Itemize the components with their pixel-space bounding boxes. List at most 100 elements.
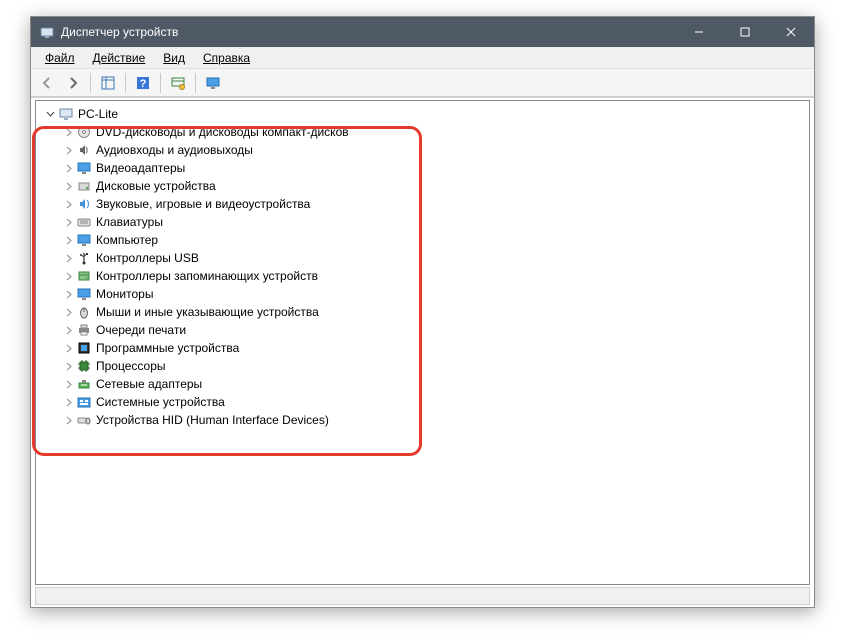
tree-item-label: Аудиовходы и аудиовыходы [96, 143, 253, 157]
tree-item[interactable]: Контроллеры USB [56, 249, 807, 267]
mouse-icon [76, 304, 92, 320]
chevron-right-icon[interactable] [62, 396, 74, 408]
tree-item-label: Контроллеры USB [96, 251, 199, 265]
back-button[interactable] [35, 71, 59, 95]
forward-button[interactable] [61, 71, 85, 95]
chevron-right-icon[interactable] [62, 306, 74, 318]
tree-item-label: Сетевые адаптеры [96, 377, 202, 391]
tree-item-label: Дисковые устройства [96, 179, 216, 193]
tree-item-label: Мыши и иные указывающие устройства [96, 305, 319, 319]
chevron-right-icon[interactable] [62, 198, 74, 210]
tree-pane: PC-Lite DVD-дисководы и дисководы компак… [35, 100, 810, 585]
tree-item[interactable]: Компьютер [56, 231, 807, 249]
tree-item[interactable]: Системные устройства [56, 393, 807, 411]
menu-file[interactable]: Файл [37, 49, 83, 67]
toolbar-separator [195, 73, 196, 93]
app-icon [39, 24, 55, 40]
svg-text:?: ? [140, 78, 147, 90]
chevron-right-icon[interactable] [62, 234, 74, 246]
menu-action[interactable]: Действие [85, 49, 154, 67]
chevron-right-icon[interactable] [62, 126, 74, 138]
tree-item-label: Процессоры [96, 359, 166, 373]
chevron-right-icon[interactable] [62, 144, 74, 156]
disc-icon [76, 124, 92, 140]
titlebar: Диспетчер устройств [31, 17, 814, 47]
chevron-right-icon[interactable] [62, 342, 74, 354]
tree-item-label: Устройства HID (Human Interface Devices) [96, 413, 329, 427]
tree-item-label: Очереди печати [96, 323, 186, 337]
cpu-icon [76, 358, 92, 374]
tree-children: DVD-дисководы и дисководы компакт-дисков… [38, 123, 807, 429]
device-manager-window: Диспетчер устройств Файл Действие Вид Сп… [30, 16, 815, 608]
keyboard-icon [76, 214, 92, 230]
computer-icon [58, 106, 74, 122]
help-button[interactable]: ? [131, 71, 155, 95]
toolbar-separator [90, 73, 91, 93]
chevron-right-icon[interactable] [62, 216, 74, 228]
tree-item-label: Системные устройства [96, 395, 225, 409]
tree-item[interactable]: Мониторы [56, 285, 807, 303]
audio-icon [76, 142, 92, 158]
scan-hardware-button[interactable] [166, 71, 190, 95]
tree-item-label: Звуковые, игровые и видеоустройства [96, 197, 310, 211]
chevron-right-icon[interactable] [62, 414, 74, 426]
monitors-button[interactable] [201, 71, 225, 95]
display-icon [76, 160, 92, 176]
tree-item[interactable]: Звуковые, игровые и видеоустройства [56, 195, 807, 213]
hid-icon [76, 412, 92, 428]
tree-item[interactable]: Аудиовходы и аудиовыходы [56, 141, 807, 159]
tree-item[interactable]: Контроллеры запоминающих устройств [56, 267, 807, 285]
close-button[interactable] [768, 17, 814, 47]
device-tree: PC-Lite DVD-дисководы и дисководы компак… [36, 101, 809, 433]
software-icon [76, 340, 92, 356]
menu-view[interactable]: Вид [155, 49, 193, 67]
tree-item-label: Мониторы [96, 287, 153, 301]
window-title: Диспетчер устройств [61, 25, 676, 39]
usb-icon [76, 250, 92, 266]
printer-icon [76, 322, 92, 338]
menu-help[interactable]: Справка [195, 49, 258, 67]
window-controls [676, 17, 814, 47]
chevron-right-icon[interactable] [62, 378, 74, 390]
maximize-button[interactable] [722, 17, 768, 47]
statusbar [35, 587, 810, 605]
tree-item[interactable]: Процессоры [56, 357, 807, 375]
toolbar-separator [125, 73, 126, 93]
chevron-right-icon[interactable] [62, 324, 74, 336]
chevron-right-icon[interactable] [62, 360, 74, 372]
system-icon [76, 394, 92, 410]
tree-item[interactable]: Видеоадаптеры [56, 159, 807, 177]
storage-icon [76, 268, 92, 284]
tree-item-label: Программные устройства [96, 341, 239, 355]
tree-item[interactable]: Дисковые устройства [56, 177, 807, 195]
menubar: Файл Действие Вид Справка [31, 47, 814, 69]
drive-icon [76, 178, 92, 194]
tree-item-label: Клавиатуры [96, 215, 163, 229]
tree-item[interactable]: Мыши и иные указывающие устройства [56, 303, 807, 321]
tree-item[interactable]: Очереди печати [56, 321, 807, 339]
sound-icon [76, 196, 92, 212]
tree-root-node[interactable]: PC-Lite [38, 105, 807, 123]
chevron-right-icon[interactable] [62, 252, 74, 264]
tree-item[interactable]: Программные устройства [56, 339, 807, 357]
tree-item[interactable]: Клавиатуры [56, 213, 807, 231]
monitor-icon [76, 286, 92, 302]
tree-item[interactable]: DVD-дисководы и дисководы компакт-дисков [56, 123, 807, 141]
show-hide-tree-button[interactable] [96, 71, 120, 95]
tree-item[interactable]: Устройства HID (Human Interface Devices) [56, 411, 807, 429]
computer-icon [76, 232, 92, 248]
chevron-right-icon[interactable] [62, 162, 74, 174]
toolbar: ? [31, 69, 814, 97]
chevron-right-icon[interactable] [62, 288, 74, 300]
content-area: PC-Lite DVD-дисководы и дисководы компак… [31, 97, 814, 607]
toolbar-separator [160, 73, 161, 93]
chevron-right-icon[interactable] [62, 180, 74, 192]
tree-item[interactable]: Сетевые адаптеры [56, 375, 807, 393]
chevron-right-icon[interactable] [62, 270, 74, 282]
minimize-button[interactable] [676, 17, 722, 47]
tree-item-label: DVD-дисководы и дисководы компакт-дисков [96, 125, 349, 139]
root-label: PC-Lite [78, 107, 118, 121]
chevron-down-icon[interactable] [44, 108, 56, 120]
tree-item-label: Видеоадаптеры [96, 161, 185, 175]
network-icon [76, 376, 92, 392]
